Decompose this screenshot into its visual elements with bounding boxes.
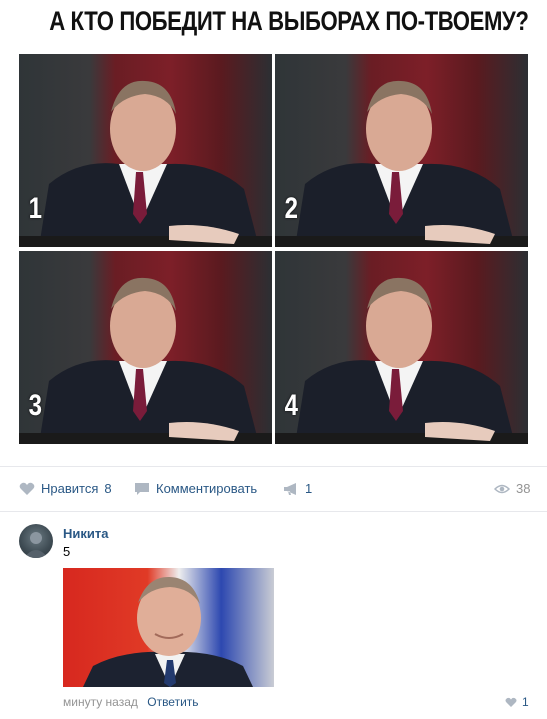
portrait-figure (275, 80, 528, 247)
comment-time[interactable]: минуту назад (63, 695, 138, 709)
eye-icon (494, 484, 510, 493)
comment-author-link[interactable]: Никита (63, 526, 108, 541)
like-count: 8 (104, 481, 112, 496)
megaphone-icon (284, 482, 296, 495)
share-count: 1 (305, 481, 313, 496)
post-actions-bar: Нравится 8 Комментировать 1 38 (0, 466, 547, 512)
post-image-grid[interactable]: 1 2 3 4 (19, 54, 528, 444)
comment-like-count: 1 (522, 695, 529, 709)
share-button[interactable]: 1 (283, 481, 312, 496)
views-count: 38 (516, 481, 531, 496)
image-tile-4[interactable]: 4 (275, 251, 528, 444)
like-button[interactable]: Нравится 8 (19, 481, 112, 496)
tile-number: 3 (28, 389, 43, 422)
comment-icon (135, 482, 149, 495)
image-tile-2[interactable]: 2 (275, 54, 528, 247)
comment-meta: минуту назад Ответить (63, 695, 199, 709)
avatar[interactable] (19, 524, 53, 558)
comment-text: 5 (63, 544, 71, 559)
heart-icon (19, 482, 35, 495)
comment-like-button[interactable]: 1 (505, 695, 529, 709)
comment-item: Никита 5 минуту назад Ответить 1 (0, 512, 547, 719)
portrait-figure (19, 80, 272, 247)
comment-photo[interactable] (63, 568, 274, 687)
avatar-image (24, 532, 48, 558)
portrait-figure (19, 277, 272, 444)
tile-number: 1 (28, 192, 43, 225)
views-counter: 38 (494, 481, 530, 496)
comment-label: Комментировать (156, 481, 258, 496)
post-title: А КТО ПОБЕДИТ НА ВЫБОРАХ ПО-ТВОЕМУ? (49, 6, 529, 36)
tile-number: 4 (284, 389, 299, 422)
heart-icon (505, 697, 517, 707)
image-tile-1[interactable]: 1 (19, 54, 272, 247)
tile-number: 2 (284, 192, 299, 225)
portrait-figure (83, 576, 253, 687)
portrait-figure (275, 277, 528, 444)
like-label: Нравится (41, 481, 99, 496)
comment-button[interactable]: Комментировать (134, 481, 257, 496)
reply-link[interactable]: Ответить (147, 695, 198, 709)
image-tile-3[interactable]: 3 (19, 251, 272, 444)
